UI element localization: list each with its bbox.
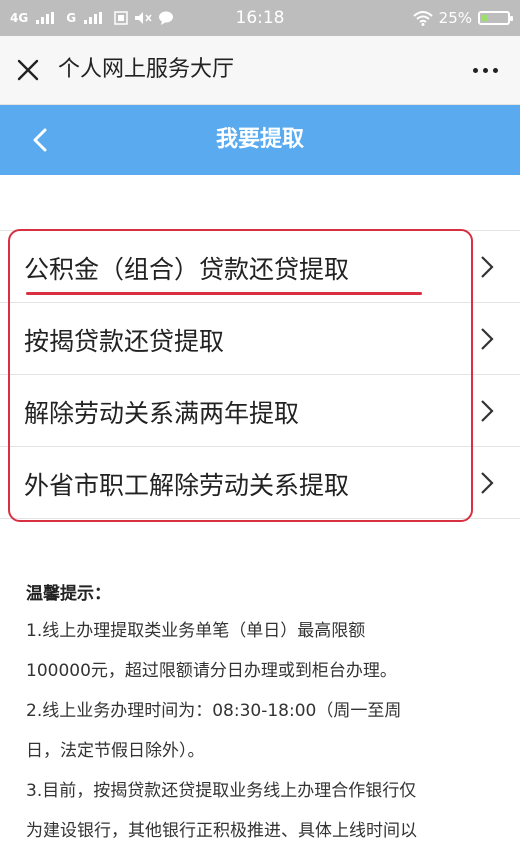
close-icon[interactable] bbox=[14, 56, 42, 84]
nav-bar: 我要提取 bbox=[0, 105, 520, 175]
menu-item-two-years-unemployed[interactable]: 解除劳动关系满两年提取 bbox=[0, 375, 520, 447]
chevron-right-icon bbox=[481, 328, 494, 350]
wifi-icon bbox=[412, 10, 433, 26]
nav-title: 我要提取 bbox=[215, 127, 304, 152]
annotation-underline bbox=[26, 292, 422, 295]
status-bar: 4G G 16:18 25% bbox=[0, 0, 520, 36]
battery-icon bbox=[478, 11, 513, 25]
tips-section: 温馨提示： 1.线上办理提取类业务单笔（单日）最高限额 100000元，超过限额… bbox=[26, 577, 506, 851]
tip-line: 日，法定节假日除外）。 bbox=[26, 741, 205, 761]
title-bar: 个人网上服务大厅 bbox=[0, 36, 520, 105]
tip-line: 3.目前，按揭贷款还贷提取业务线上办理合作银行仅 bbox=[26, 781, 417, 801]
tip-line: 100000元，超过限额请分日办理或到柜台办理。 bbox=[26, 661, 397, 681]
tip-line: 1.线上办理提取类业务单笔（单日）最高限额 bbox=[26, 621, 366, 641]
tip-line: 2.线上业务办理时间为：08:30-18:00（周一至周 bbox=[26, 701, 402, 721]
menu-item-label: 外省市职工解除劳动关系提取 bbox=[24, 471, 350, 500]
chevron-right-icon bbox=[481, 400, 494, 422]
menu-item-label: 按揭贷款还贷提取 bbox=[24, 327, 225, 356]
page-title: 个人网上服务大厅 bbox=[58, 57, 235, 82]
menu-item-out-of-province[interactable]: 外省市职工解除劳动关系提取 bbox=[0, 447, 520, 519]
tips-title: 温馨提示： bbox=[26, 584, 111, 604]
chevron-right-icon bbox=[481, 472, 494, 494]
menu-item-label: 解除劳动关系满两年提取 bbox=[24, 399, 300, 428]
status-right: 25% bbox=[412, 0, 513, 36]
menu-item-mortgage-loan[interactable]: 按揭贷款还贷提取 bbox=[0, 303, 520, 375]
more-icon[interactable] bbox=[473, 68, 498, 73]
withdrawal-menu: 公积金（组合）贷款还贷提取 按揭贷款还贷提取 解除劳动关系满两年提取 外省市职工… bbox=[0, 230, 520, 519]
tip-line: 为建设银行，其他银行正积极推进、具体上线时间以 bbox=[26, 821, 417, 841]
battery-percent: 25% bbox=[438, 9, 472, 27]
chevron-right-icon bbox=[481, 256, 494, 278]
